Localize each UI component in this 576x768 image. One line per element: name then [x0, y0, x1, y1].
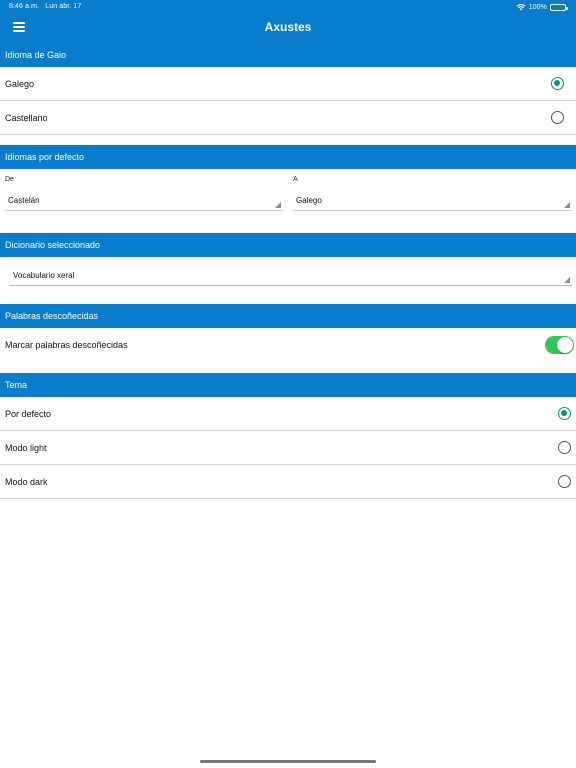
theme-option-label: Por defecto	[5, 409, 52, 419]
top-bar: 8:46 a.m. Lun abr. 17 100% Axustes	[0, 0, 576, 44]
from-language-picker[interactable]: Castelán	[5, 191, 283, 211]
mark-unknown-words-label: Marcar palabras descoñecidas	[5, 340, 128, 350]
section-header-default-languages: Idiomas por defecto	[0, 145, 576, 169]
section-header-unknown-words: Palabras descoñecidas	[0, 304, 576, 328]
dropdown-arrow-icon	[564, 277, 570, 283]
from-language-value: Castelán	[8, 196, 40, 205]
theme-option-dark[interactable]: Modo dark	[0, 465, 576, 499]
toggle-knob	[557, 337, 573, 353]
radio-unselected-icon[interactable]	[558, 475, 571, 488]
to-label: A	[293, 176, 298, 183]
mark-unknown-words-toggle[interactable]	[545, 336, 574, 354]
theme-option-default[interactable]: Por defecto	[0, 397, 576, 431]
dictionary-value: Vocabulario xeral	[13, 271, 75, 280]
status-right: 100%	[516, 3, 568, 11]
radio-unselected-icon[interactable]	[551, 111, 564, 124]
language-option-label: Castellano	[5, 113, 48, 123]
language-option-label: Galego	[5, 79, 35, 89]
language-option-galego[interactable]: Galego	[0, 67, 576, 101]
wifi-icon	[516, 4, 526, 11]
mark-unknown-words-row: Marcar palabras descoñecidas	[0, 328, 576, 362]
dictionary-picker[interactable]: Vocabulario xeral	[9, 266, 572, 286]
home-indicator	[200, 760, 376, 763]
section-header-app-language: Idioma de Gaio	[0, 43, 576, 67]
from-label: De	[5, 176, 14, 183]
radio-selected-icon[interactable]	[551, 77, 564, 90]
theme-option-label: Modo dark	[5, 477, 48, 487]
to-language-picker[interactable]: Galego	[293, 191, 572, 211]
radio-unselected-icon[interactable]	[558, 441, 571, 454]
theme-option-label: Modo light	[5, 443, 47, 453]
section-header-theme: Tema	[0, 373, 576, 397]
language-option-castellano[interactable]: Castellano	[0, 101, 576, 135]
page-title: Axustes	[264, 20, 312, 34]
status-time: 8:46 a.m. Lun abr. 17	[9, 3, 81, 10]
dropdown-arrow-icon	[275, 202, 281, 208]
theme-option-light[interactable]: Modo light	[0, 431, 576, 465]
battery-icon	[550, 3, 568, 11]
status-date-text: Lun abr. 17	[45, 3, 82, 10]
dropdown-arrow-icon	[564, 202, 570, 208]
section-header-dictionary: Dicionario seleccionado	[0, 233, 576, 257]
radio-selected-icon[interactable]	[558, 407, 571, 420]
status-time-text: 8:46 a.m.	[9, 3, 40, 10]
battery-percent: 100%	[528, 3, 547, 11]
to-language-value: Galego	[296, 196, 322, 205]
